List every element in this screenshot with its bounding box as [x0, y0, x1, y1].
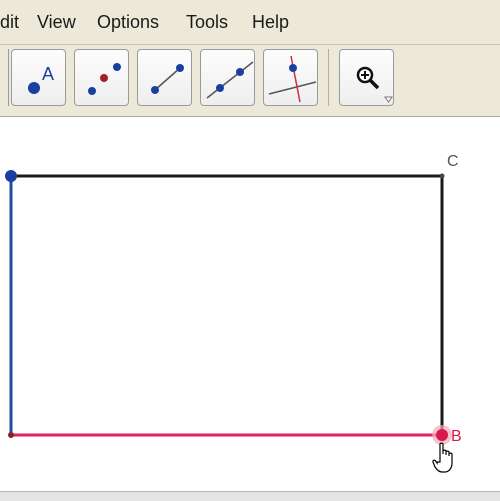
menu-bar: dit View Options Tools Help	[0, 0, 500, 45]
menu-options[interactable]: Options	[97, 11, 159, 33]
segment-icon	[151, 64, 184, 94]
new-point-icon: A	[28, 64, 54, 94]
tool-line-button[interactable]	[200, 49, 255, 106]
zoom-in-icon	[356, 66, 393, 103]
menu-view[interactable]: View	[37, 11, 76, 33]
menu-edit[interactable]: dit	[0, 11, 19, 33]
tool-point-label: A	[42, 64, 54, 84]
point-c-label: C	[447, 153, 459, 170]
toolbar: A	[0, 45, 500, 117]
hand-cursor-icon	[432, 442, 453, 473]
tool-zoom-in-button[interactable]	[339, 49, 394, 106]
tool-perpendicular-button[interactable]	[263, 49, 318, 106]
point-c[interactable]	[439, 173, 445, 179]
menu-help[interactable]: Help	[252, 11, 289, 33]
point-b[interactable]	[436, 429, 448, 441]
line-through-two-points-icon	[206, 61, 254, 99]
graphics-view[interactable]: C B	[0, 117, 500, 491]
tool-new-point-button[interactable]: A	[11, 49, 66, 106]
tool-point-on-object-button[interactable]	[74, 49, 129, 106]
point-on-object-icon	[88, 63, 121, 95]
tool-segment-button[interactable]	[137, 49, 192, 106]
point-top-left[interactable]	[5, 170, 17, 182]
geometry-canvas	[5, 170, 452, 445]
perpendicular-line-icon	[268, 55, 317, 103]
menu-tools[interactable]: Tools	[186, 11, 228, 33]
toolbar-separator	[328, 49, 329, 106]
toolbar-edge	[0, 49, 9, 106]
point-bottom-left[interactable]	[8, 432, 14, 438]
